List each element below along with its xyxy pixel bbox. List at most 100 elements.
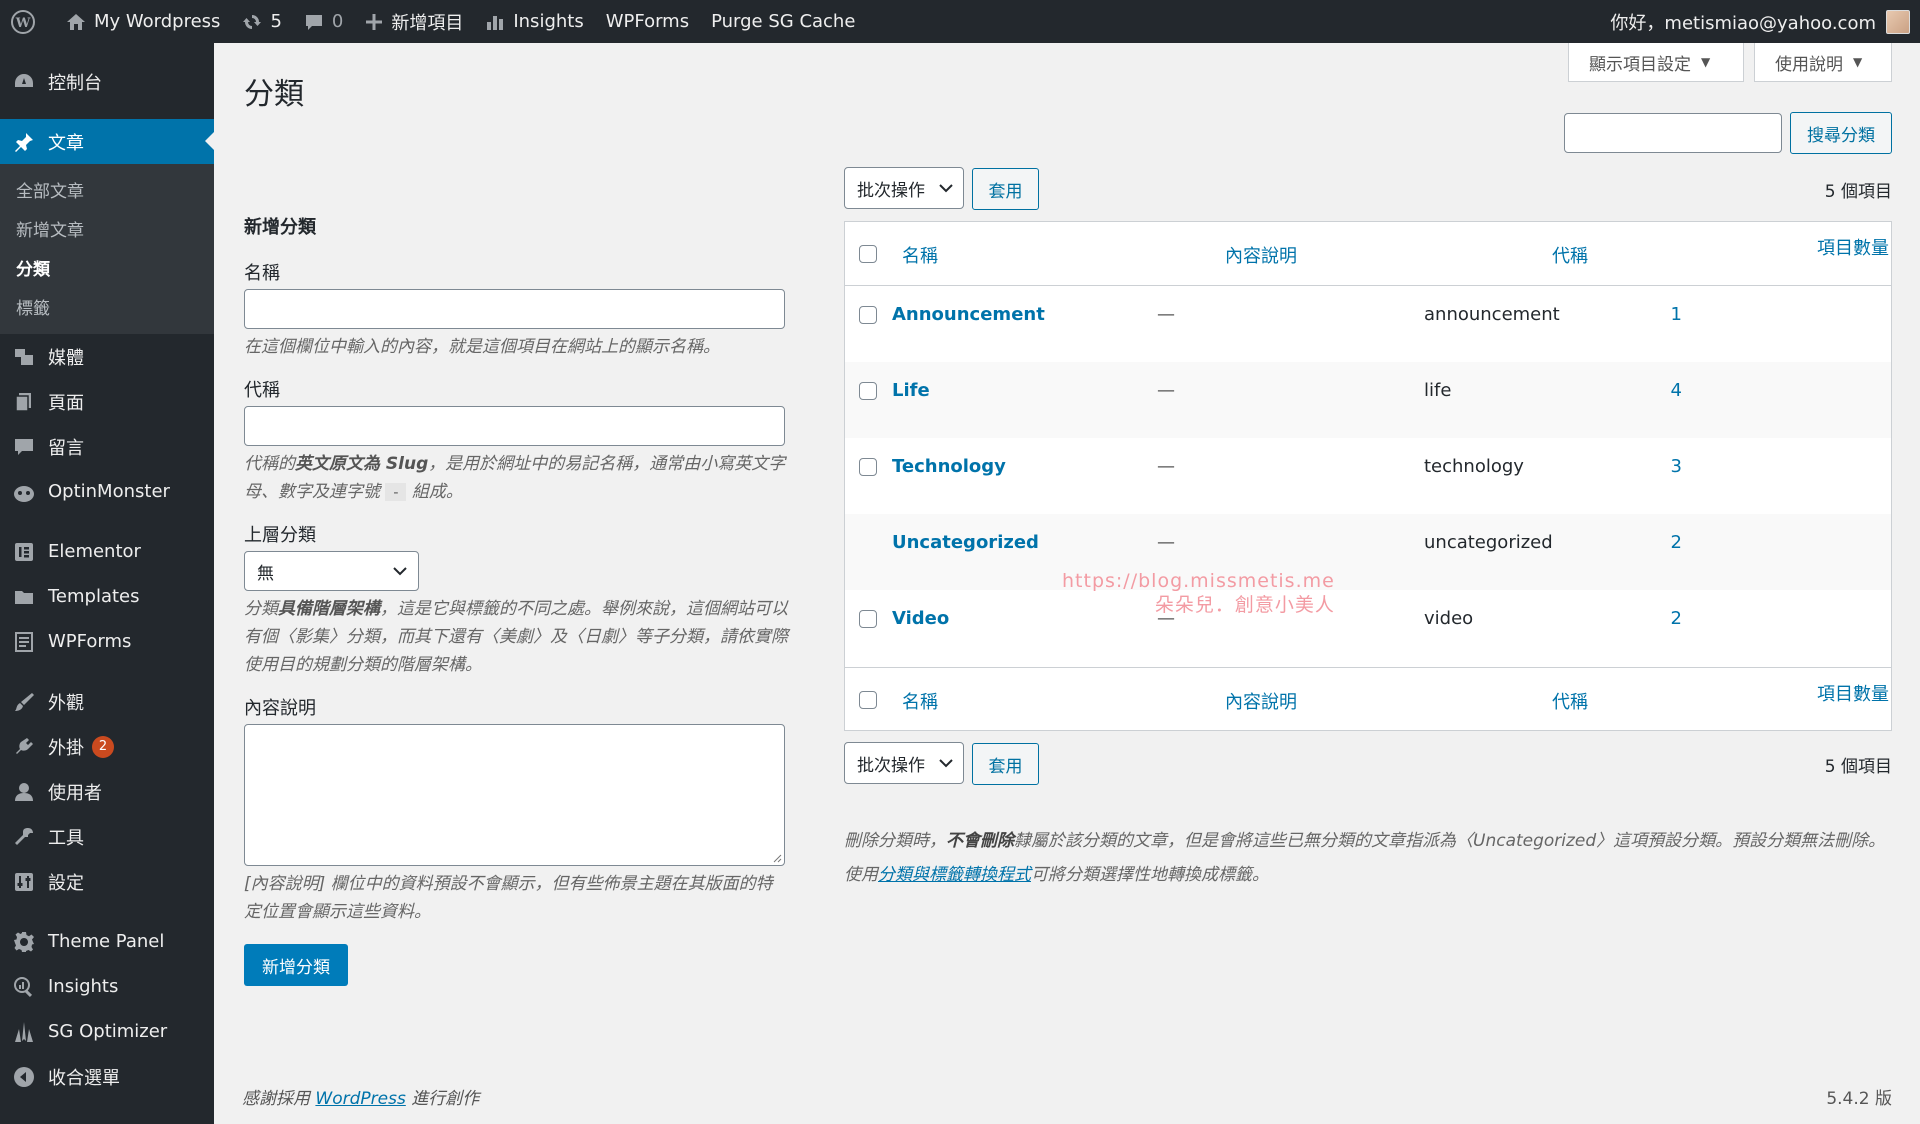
category-count-link[interactable]: 2 xyxy=(845,532,1682,553)
description-textarea[interactable] xyxy=(244,724,785,866)
plus-icon xyxy=(366,13,383,30)
menu-plugins[interactable]: 外掛 2 xyxy=(0,724,214,769)
parent-category-select[interactable]: 無 xyxy=(244,551,419,591)
bulk-actions-select-bottom[interactable]: 批次操作 xyxy=(844,742,964,784)
menu-theme-panel[interactable]: Theme Panel xyxy=(0,919,214,964)
wpforms-icon xyxy=(12,630,36,654)
category-count-link[interactable]: 3 xyxy=(845,456,1682,477)
screen-options-button[interactable]: 顯示項目設定 ▼ xyxy=(1568,43,1744,82)
menu-elementor[interactable]: Elementor xyxy=(0,529,214,574)
menu-comments-label: 留言 xyxy=(48,437,84,459)
submenu-new-post[interactable]: 新增文章 xyxy=(0,209,214,248)
column-slug-footer[interactable]: 代稱 xyxy=(1552,688,1588,714)
submenu-all-posts[interactable]: 全部文章 xyxy=(0,170,214,209)
category-list: 批次操作 套用 5 個項目 名稱 內容說明 代稱 項目數量 Announceme… xyxy=(829,167,1892,885)
apply-button[interactable]: 套用 xyxy=(972,168,1039,210)
menu-media[interactable]: 媒體 xyxy=(0,334,214,379)
admin-sidebar: 控制台 文章 全部文章 新增文章 分類 標籤 媒體 頁面 留言 OptinMon… xyxy=(0,43,214,1124)
menu-sg-optimizer[interactable]: SG Optimizer xyxy=(0,1009,214,1054)
updates-link[interactable]: 5 xyxy=(231,0,292,43)
column-name-footer[interactable]: 名稱 xyxy=(902,688,938,714)
menu-settings-label: 設定 xyxy=(48,872,84,894)
description-label: 內容說明 xyxy=(244,698,316,719)
site-name-link[interactable]: My Wordpress xyxy=(55,0,231,43)
menu-appearance-label: 外觀 xyxy=(48,692,84,714)
menu-dashboard-label: 控制台 xyxy=(48,72,102,94)
purge-cache-link[interactable]: Purge SG Cache xyxy=(700,0,866,43)
avatar[interactable] xyxy=(1886,9,1910,34)
chevron-down-icon xyxy=(939,759,953,768)
name-input[interactable] xyxy=(244,289,785,329)
slug-input[interactable] xyxy=(244,406,785,446)
bulk-actions-value: 批次操作 xyxy=(857,755,925,776)
elementor-icon xyxy=(12,540,36,564)
wordpress-link[interactable]: WordPress xyxy=(315,1089,405,1109)
column-description-header[interactable]: 內容說明 xyxy=(1225,242,1297,268)
column-slug-header[interactable]: 代稱 xyxy=(1552,242,1588,268)
apply-button-bottom[interactable]: 套用 xyxy=(972,743,1039,785)
add-category-form: 新增分類 名稱 在這個欄位中輸入的內容，就是這個項目在網站上的顯示名稱。 代稱 … xyxy=(244,167,789,986)
my-account-link[interactable]: 你好，metismiao@yahoo.com xyxy=(1599,0,1876,43)
purge-label: Purge SG Cache xyxy=(711,11,856,32)
insights-link[interactable]: Insights xyxy=(474,0,594,43)
insights-icon xyxy=(12,975,36,999)
menu-wpforms-label: WPForms xyxy=(48,631,132,652)
add-category-button[interactable]: 新增分類 xyxy=(244,944,348,986)
column-count-header[interactable]: 項目數量 xyxy=(1817,234,1889,260)
submenu-tags[interactable]: 標籤 xyxy=(0,287,214,326)
menu-collapse-label: 收合選單 xyxy=(48,1067,120,1089)
menu-collapse[interactable]: 收合選單 xyxy=(0,1054,214,1099)
menu-pages[interactable]: 頁面 xyxy=(0,379,214,424)
bar-chart-icon xyxy=(487,15,504,30)
menu-posts-label: 文章 xyxy=(48,132,84,154)
wpforms-link[interactable]: WPForms xyxy=(595,0,700,43)
dashboard-icon xyxy=(12,70,36,94)
caret-down-icon: ▼ xyxy=(1701,55,1711,69)
plugins-update-badge: 2 xyxy=(92,735,114,758)
select-all-checkbox-bottom[interactable] xyxy=(859,691,877,709)
menu-insights[interactable]: Insights xyxy=(0,964,214,1009)
menu-wpforms[interactable]: WPForms xyxy=(0,619,214,664)
wordpress-logo-icon[interactable]: W xyxy=(0,0,55,43)
slug-label: 代稱 xyxy=(244,380,280,401)
menu-tools[interactable]: 工具 xyxy=(0,814,214,859)
menu-settings[interactable]: 設定 xyxy=(0,859,214,904)
help-button[interactable]: 使用說明 ▼ xyxy=(1754,43,1892,82)
tablenav-bottom: 批次操作 套用 5 個項目 xyxy=(829,742,1892,785)
table-row: Life — life 4 xyxy=(845,362,1891,438)
category-count-link[interactable]: 1 xyxy=(845,304,1682,325)
pushpin-icon xyxy=(12,130,36,154)
menu-posts[interactable]: 文章 xyxy=(0,119,214,164)
menu-templates[interactable]: Templates xyxy=(0,574,214,619)
column-count-footer[interactable]: 項目數量 xyxy=(1817,680,1889,706)
chevron-down-icon xyxy=(939,184,953,193)
bulk-actions-select[interactable]: 批次操作 xyxy=(844,167,964,209)
menu-plugins-label: 外掛 xyxy=(48,737,84,759)
new-content-link[interactable]: 新增項目 xyxy=(354,0,474,43)
table-header: 名稱 內容說明 代稱 項目數量 xyxy=(845,222,1891,286)
menu-comments[interactable]: 留言 xyxy=(0,424,214,469)
comments-link[interactable]: 0 xyxy=(293,0,354,43)
menu-optinmonster[interactable]: OptinMonster xyxy=(0,469,214,514)
column-description-footer[interactable]: 內容說明 xyxy=(1225,688,1297,714)
collapse-arrow-icon xyxy=(12,1065,36,1089)
help-label: 使用說明 xyxy=(1775,54,1843,75)
delete-notes: 刪除分類時，不會刪除隸屬於該分類的文章，但是會將這些已無分類的文章指派為〈Unc… xyxy=(844,827,1892,889)
menu-dashboard[interactable]: 控制台 xyxy=(0,59,214,104)
column-name-header[interactable]: 名稱 xyxy=(902,242,938,268)
footer-thanks: 感謝採用 WordPress 進行創作 xyxy=(242,1089,480,1109)
menu-appearance[interactable]: 外觀 xyxy=(0,679,214,724)
search-categories-button[interactable]: 搜尋分類 xyxy=(1790,112,1892,154)
menu-users[interactable]: 使用者 xyxy=(0,769,214,814)
item-count: 5 個項目 xyxy=(1824,182,1892,202)
category-count-link[interactable]: 4 xyxy=(845,380,1682,401)
convert-note: 使用分類與標籤轉換程式可將分類選擇性地轉換成標籤。 xyxy=(844,865,1269,885)
search-input[interactable] xyxy=(1564,113,1782,153)
wrench-icon xyxy=(12,825,36,849)
converter-link[interactable]: 分類與標籤轉換程式 xyxy=(878,865,1031,885)
table-row: Video — video 2 xyxy=(845,590,1891,666)
submenu-categories[interactable]: 分類 xyxy=(0,248,214,287)
resize-handle-icon[interactable] xyxy=(772,853,782,863)
select-all-checkbox[interactable] xyxy=(859,245,877,263)
page-title: 分類 xyxy=(244,77,304,112)
